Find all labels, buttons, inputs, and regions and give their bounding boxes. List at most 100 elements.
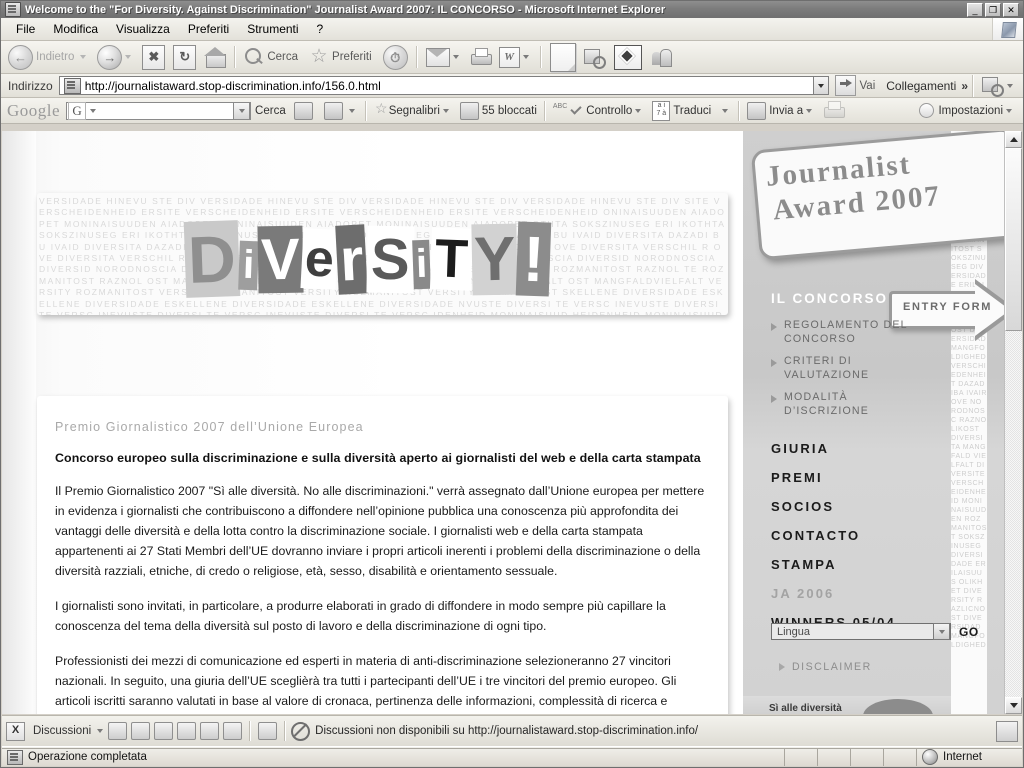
links-overflow-chevron-icon[interactable]: » [961,79,968,93]
go-arrow-icon [835,75,857,96]
window-controls: _ ❐ ✕ [967,2,1019,17]
discussion-close-button[interactable]: X [6,721,25,741]
discussion-subscribe-icon[interactable] [258,722,278,740]
diamond-button[interactable] [610,42,646,72]
sidebar-item-criteri[interactable]: CRITERI DI VALUTAZIONE [771,355,931,382]
research-button[interactable] [580,42,610,72]
google-blocked-button[interactable]: 55 bloccati [456,100,541,122]
restore-button[interactable]: ❐ [985,2,1001,17]
google-extra-icon [323,101,343,120]
minimize-button[interactable]: _ [967,2,983,17]
google-translate-button[interactable]: a i 7 à Traduci [648,100,715,122]
discussion-next-icon[interactable] [223,722,243,740]
google-history-button[interactable] [290,100,320,122]
google-search-input[interactable]: G [66,101,252,120]
sidebar-item-modalita[interactable]: MODALITÀ D’ISCRIZIONE [771,391,931,418]
discussion-separator-1 [249,721,252,741]
close-button[interactable]: ✕ [1003,2,1019,17]
chevron-down-icon [818,83,825,88]
google-history-icon [293,101,313,120]
go-button[interactable]: Vai [835,75,878,96]
stop-button[interactable]: ✖ [138,42,169,72]
address-separator [972,74,974,97]
content-paragraph-2: I giornalisti sono invitati, in particol… [55,599,666,633]
google-extra-button[interactable] [320,100,362,122]
home-button[interactable] [200,42,230,72]
print-button[interactable] [466,42,495,72]
sidebar-item-regolamento[interactable]: REGOLAMENTO DEL CONCORSO [771,319,931,346]
address-input[interactable]: http://journalistaward.stop-discriminati… [58,76,814,95]
scrollbar-track[interactable] [1005,148,1022,697]
footer-blob-graphic [863,699,933,714]
internet-globe-icon [922,749,938,765]
google-search-dropdown[interactable] [233,101,251,120]
sidebar-sublist: REGOLAMENTO DEL CONCORSO CRITERI DI VALU… [771,319,931,427]
forward-button[interactable]: → [93,42,138,72]
chevron-down-icon [1006,108,1012,113]
favorites-button[interactable]: ☆ Preferiti [305,42,379,72]
sidebar-item-socios[interactable]: SOCIOS [771,499,971,514]
sidebar-item-giuria[interactable]: GIURIA [771,441,971,456]
address-extra-button[interactable] [978,71,1020,101]
edit-button[interactable]: W [495,42,536,72]
back-button[interactable]: ← Indietro [4,42,93,72]
discussion-menu-button[interactable]: Discussioni [25,725,94,737]
blank-page-button[interactable] [546,42,580,72]
scroll-up-button[interactable] [1005,131,1022,148]
bookmark-star-icon: ☆ [374,99,388,116]
menu-item-visualizza[interactable]: Visualizza [107,20,179,38]
menu-item-strumenti[interactable]: Strumenti [238,20,307,38]
address-bar: Indirizzo http://journalistaward.stop-di… [1,74,1023,98]
page-vertical-scrollbar[interactable] [1004,131,1022,714]
google-sendto-button[interactable]: Invia a [743,100,819,122]
blank-page-icon [549,42,576,72]
menu-item-preferiti[interactable]: Preferiti [179,20,238,38]
browser-window: Welcome to the "For Diversity. Against D… [0,0,1024,768]
stop-glyph: ✖ [148,48,160,64]
sidebar-item-stampa[interactable]: STAMPA [771,557,971,572]
messenger-button[interactable] [646,42,676,72]
sidebar-sub-label: REGOLAMENTO DEL CONCORSO [784,319,908,345]
discussion-server-button[interactable] [996,720,1018,742]
menu-item-help[interactable]: ? [308,20,333,38]
google-translate-dropdown[interactable] [715,100,735,122]
google-badge-chevron-down-icon[interactable] [90,108,97,113]
menu-bar: File Modifica Visualizza Preferiti Strum… [1,18,1023,41]
bullet-triangle-icon [771,359,777,367]
address-extra-icon [982,75,1004,97]
google-bookmarks-button[interactable]: ☆ Segnalibri [370,100,456,122]
discussion-separator-2 [284,721,287,741]
google-search-button[interactable]: Cerca [251,100,290,122]
discussion-insert-page-icon[interactable] [131,722,151,740]
language-select-dropdown[interactable] [933,623,950,640]
stop-icon: ✖ [142,44,166,70]
chevron-down-icon [442,108,449,113]
sidebar-item-contacto[interactable]: CONTACTO [771,528,971,543]
search-button[interactable]: Cerca [240,42,305,72]
chevron-up-icon [1009,137,1018,142]
sidebar-item-premi[interactable]: PREMI [771,470,971,485]
links-button[interactable]: Collegamenti [886,79,956,93]
mail-button[interactable] [422,42,466,72]
google-highlight-button[interactable] [819,100,848,122]
edit-chevron-down-icon [522,55,529,59]
scrollbar-thumb[interactable] [1005,148,1022,331]
google-spellcheck-button[interactable]: ABC Controllo [549,100,648,122]
scroll-down-button[interactable] [1005,697,1022,714]
menu-item-modifica[interactable]: Modifica [44,20,107,38]
discussion-edit-icon[interactable] [177,722,197,740]
google-settings-button[interactable]: Impostazioni [919,103,1019,118]
language-go-button[interactable]: GO [959,625,979,639]
discussion-previous-icon[interactable] [200,722,220,740]
history-button[interactable]: ⏱ [379,42,412,72]
discussion-insert-icon[interactable] [108,722,128,740]
menu-item-file[interactable]: File [7,20,44,38]
sidebar-item-disclaimer[interactable]: DISCLAIMER [779,661,872,673]
address-dropdown-button[interactable] [813,76,830,95]
discussion-chevron-down-icon[interactable] [97,729,104,733]
language-select[interactable]: Lingua [771,623,951,640]
sidebar-item-ja2006[interactable]: JA 2006 [771,586,971,601]
content-lead: Concorso europeo sulla discriminazione e… [55,451,701,465]
discussion-reply-icon[interactable] [154,722,174,740]
refresh-button[interactable]: ↻ [169,42,200,72]
